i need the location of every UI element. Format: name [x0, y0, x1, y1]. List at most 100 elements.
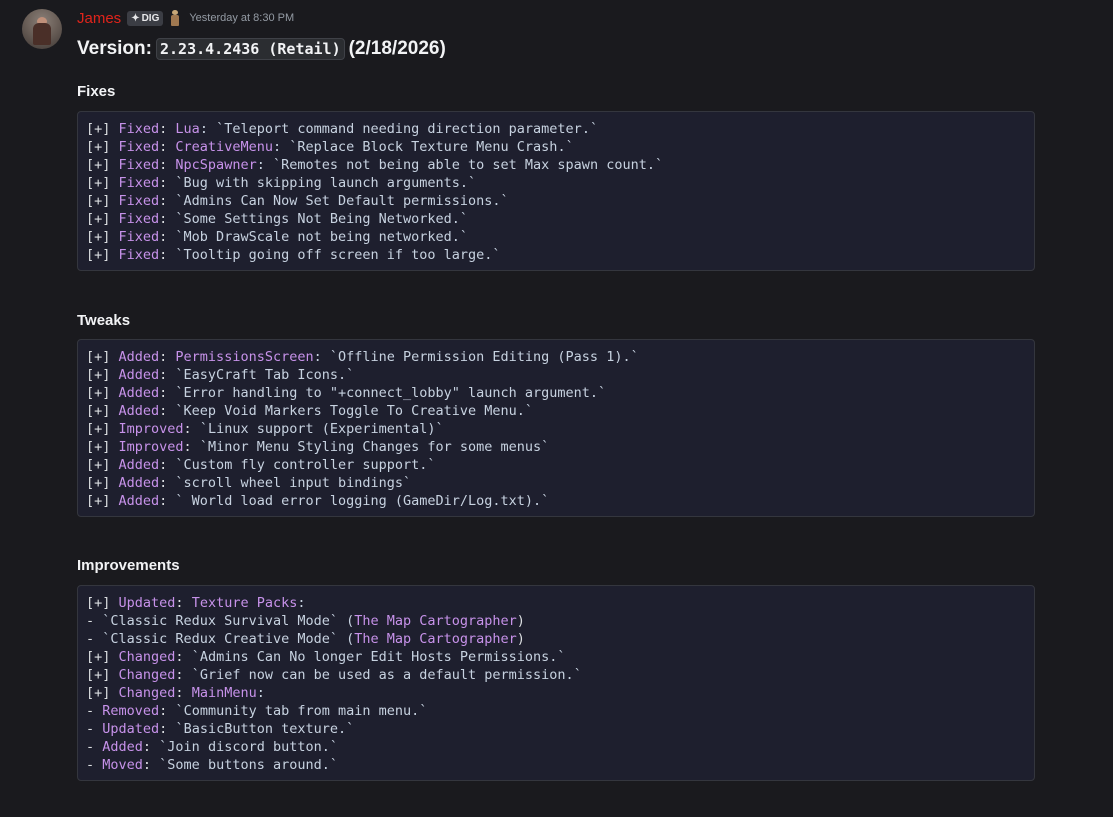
line-separator: : [175, 649, 192, 665]
line-text: ` World load error logging (GameDir/Log.… [175, 493, 550, 509]
line-component: CreativeMenu [175, 139, 273, 155]
code-line: - `Classic Redux Creative Mode` (The Map… [86, 630, 1026, 648]
line-prefix: [+] [86, 475, 119, 491]
line-prefix: [+] [86, 247, 119, 263]
line-prefix: [+] [86, 175, 119, 191]
line-prefix: - [86, 613, 103, 629]
line-text: `Grief now can be used as a default perm… [191, 667, 582, 683]
line-tail: ) [516, 631, 525, 647]
code-line: [+] Added: `scroll wheel input bindings` [86, 474, 1026, 492]
line-separator: : [159, 385, 176, 401]
line-keyword: Moved [102, 757, 143, 773]
code-line: [+] Changed: `Grief now can be used as a… [86, 666, 1026, 684]
code-line: [+] Improved: `Minor Menu Styling Change… [86, 438, 1026, 456]
line-prefix: [+] [86, 649, 119, 665]
code-line: [+] Added: `Error handling to "+connect_… [86, 384, 1026, 402]
line-separator: : [159, 475, 176, 491]
line-separator: : [175, 685, 192, 701]
line-text: `Linux support (Experimental)` [199, 421, 444, 437]
line-text: `Mob DrawScale not being networked.` [175, 229, 469, 245]
codeblock-improvements: [+] Updated: Texture Packs: - `Classic Re… [77, 585, 1035, 781]
code-line: [+] Added: `EasyCraft Tab Icons.` [86, 366, 1026, 384]
line-separator: : [159, 367, 176, 383]
line-separator: : [159, 247, 176, 263]
code-line: [+] Added: ` World load error logging (G… [86, 492, 1026, 510]
version-prefix: Version: [77, 38, 152, 59]
line-keyword: Fixed [118, 211, 160, 227]
line-prefix: [+] [86, 139, 119, 155]
diamond-shield-icon: ✦ [131, 12, 140, 24]
line-highlight: The Map Cartographer [354, 631, 517, 647]
code-line: [+] Fixed: `Tooltip going off screen if … [86, 246, 1026, 264]
line-text: `Custom fly controller support.` [175, 457, 436, 473]
line-keyword: Fixed [118, 175, 160, 191]
line-keyword: Changed [118, 649, 176, 665]
username[interactable]: James [77, 10, 121, 27]
line-keyword: Added [118, 367, 160, 383]
line-separator: : [142, 757, 160, 773]
figure-icon[interactable] [170, 10, 180, 26]
version-heading: Version: 2.23.4.2436 (Retail) (2/18/2026… [77, 38, 446, 60]
line-separator: : [159, 175, 176, 191]
line-text: `Some buttons around.` [159, 757, 338, 773]
code-line: [+] Fixed: CreativeMenu: `Replace Block … [86, 138, 1026, 156]
line-keyword: Added [118, 475, 160, 491]
timestamp[interactable]: Yesterday at 8:30 PM [189, 12, 294, 24]
line-text: `Admins Can Now Set Default permissions.… [175, 193, 509, 209]
line-keyword: Fixed [118, 193, 160, 209]
line-text: `BasicButton texture.` [175, 721, 355, 737]
line-text: : [297, 595, 306, 611]
line-prefix: [+] [86, 385, 119, 401]
line-text: : `Replace Block Texture Menu Crash.` [272, 139, 574, 155]
line-prefix: [+] [86, 229, 119, 245]
line-text: `Minor Menu Styling Changes for some men… [199, 439, 550, 455]
line-separator: : [159, 721, 176, 737]
line-component: Texture Packs [191, 595, 298, 611]
user-avatar[interactable] [22, 9, 62, 49]
line-separator: : [159, 139, 176, 155]
line-prefix: [+] [86, 211, 119, 227]
line-prefix: - [86, 757, 103, 773]
line-keyword: Changed [118, 667, 176, 683]
line-keyword: Fixed [118, 121, 160, 137]
code-line: [+] Added: `Keep Void Markers Toggle To … [86, 402, 1026, 420]
line-prefix: - [86, 721, 103, 737]
line-keyword: Fixed [118, 139, 160, 155]
code-line: [+] Fixed: Lua: `Teleport command needin… [86, 120, 1026, 138]
line-keyword: Added [118, 385, 160, 401]
code-line: [+] Changed: `Admins Can No longer Edit … [86, 648, 1026, 666]
code-line: - Moved: `Some buttons around.` [86, 756, 1026, 774]
line-keyword: Fixed [118, 229, 160, 245]
line-keyword: Added [102, 739, 143, 755]
line-prefix: [+] [86, 439, 119, 455]
line-prefix: [+] [86, 421, 119, 437]
version-code: 2.23.4.2436 (Retail) [155, 38, 345, 60]
code-line: - `Classic Redux Survival Mode` (The Map… [86, 612, 1026, 630]
line-prefix: [+] [86, 403, 119, 419]
section-title-tweaks: Tweaks [77, 312, 131, 329]
line-separator: : [159, 457, 176, 473]
code-line: [+] Fixed: `Admins Can Now Set Default p… [86, 192, 1026, 210]
code-line: [+] Added: PermissionsScreen: `Offline P… [86, 348, 1026, 366]
line-prefix: [+] [86, 685, 119, 701]
code-line: [+] Fixed: `Some Settings Not Being Netw… [86, 210, 1026, 228]
server-tag[interactable]: ✦ DIG [127, 10, 164, 26]
line-text: `Error handling to "+connect_lobby" laun… [175, 385, 607, 401]
line-text: : `Teleport command needing direction pa… [199, 121, 599, 137]
line-keyword: Added [118, 349, 160, 365]
line-keyword: Added [118, 493, 160, 509]
server-tag-label: DIG [141, 12, 160, 24]
line-text: : `Remotes not being able to set Max spa… [256, 157, 664, 173]
code-line: [+] Updated: Texture Packs: [86, 594, 1026, 612]
line-text: `scroll wheel input bindings` [175, 475, 412, 491]
line-prefix: [+] [86, 667, 119, 683]
line-text: : `Offline Permission Editing (Pass 1).` [313, 349, 639, 365]
line-text: `Classic Redux Creative Mode` ( [102, 631, 355, 647]
avatar-figure [33, 23, 51, 45]
line-prefix: [+] [86, 457, 119, 473]
line-keyword: Fixed [118, 247, 160, 263]
line-text: `Join discord button.` [159, 739, 338, 755]
line-separator: : [175, 595, 192, 611]
line-separator: : [159, 211, 176, 227]
line-prefix: [+] [86, 157, 119, 173]
